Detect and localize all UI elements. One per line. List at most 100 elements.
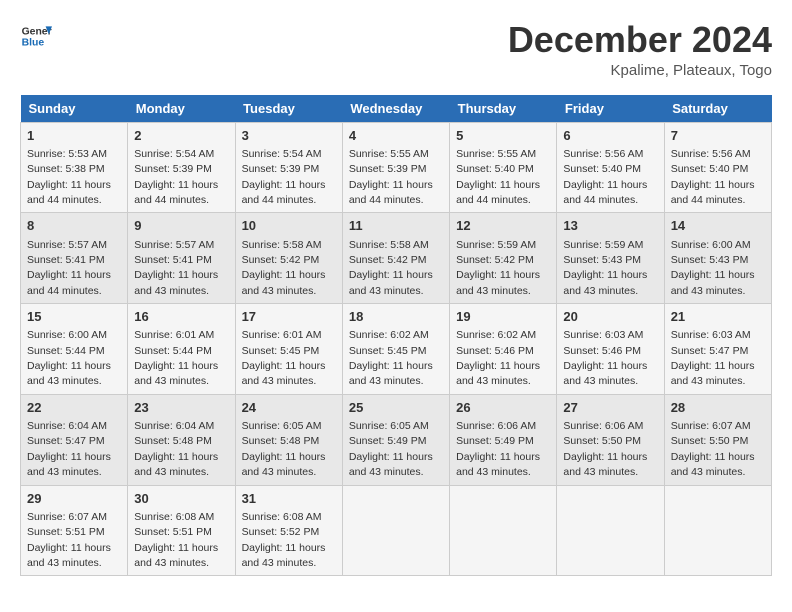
calendar-cell: 28 Sunrise: 6:07 AMSunset: 5:50 PMDaylig…: [664, 394, 771, 485]
col-thursday: Thursday: [450, 95, 557, 123]
calendar-cell: 12 Sunrise: 5:59 AMSunset: 5:42 PMDaylig…: [450, 213, 557, 304]
day-number: 9: [134, 217, 228, 235]
calendar-cell: 30 Sunrise: 6:08 AMSunset: 5:51 PMDaylig…: [128, 485, 235, 576]
day-detail: Sunrise: 6:07 AMSunset: 5:51 PMDaylight:…: [27, 511, 111, 569]
day-number: 23: [134, 399, 228, 417]
day-number: 7: [671, 127, 765, 145]
month-title: December 2024: [508, 20, 772, 60]
day-detail: Sunrise: 6:00 AMSunset: 5:44 PMDaylight:…: [27, 329, 111, 387]
calendar-cell: 11 Sunrise: 5:58 AMSunset: 5:42 PMDaylig…: [342, 213, 449, 304]
day-detail: Sunrise: 6:04 AMSunset: 5:47 PMDaylight:…: [27, 420, 111, 478]
col-monday: Monday: [128, 95, 235, 123]
day-number: 27: [563, 399, 657, 417]
day-number: 11: [349, 217, 443, 235]
day-number: 31: [242, 490, 336, 508]
day-detail: Sunrise: 6:08 AMSunset: 5:52 PMDaylight:…: [242, 511, 326, 569]
logo: General Blue: [20, 20, 52, 52]
day-number: 24: [242, 399, 336, 417]
day-number: 1: [27, 127, 121, 145]
calendar-cell: [557, 485, 664, 576]
calendar-cell: 5 Sunrise: 5:55 AMSunset: 5:40 PMDayligh…: [450, 122, 557, 213]
col-friday: Friday: [557, 95, 664, 123]
day-number: 25: [349, 399, 443, 417]
day-number: 6: [563, 127, 657, 145]
page-header: General Blue December 2024 Kpalime, Plat…: [20, 20, 772, 79]
day-detail: Sunrise: 6:00 AMSunset: 5:43 PMDaylight:…: [671, 239, 755, 297]
calendar-cell: 9 Sunrise: 5:57 AMSunset: 5:41 PMDayligh…: [128, 213, 235, 304]
day-number: 13: [563, 217, 657, 235]
day-detail: Sunrise: 5:56 AMSunset: 5:40 PMDaylight:…: [671, 148, 755, 206]
calendar-cell: 19 Sunrise: 6:02 AMSunset: 5:46 PMDaylig…: [450, 304, 557, 395]
calendar-cell: 22 Sunrise: 6:04 AMSunset: 5:47 PMDaylig…: [21, 394, 128, 485]
day-number: 2: [134, 127, 228, 145]
calendar-cell: [450, 485, 557, 576]
calendar-cell: 17 Sunrise: 6:01 AMSunset: 5:45 PMDaylig…: [235, 304, 342, 395]
calendar-cell: 3 Sunrise: 5:54 AMSunset: 5:39 PMDayligh…: [235, 122, 342, 213]
day-detail: Sunrise: 5:57 AMSunset: 5:41 PMDaylight:…: [134, 239, 218, 297]
day-number: 30: [134, 490, 228, 508]
day-number: 8: [27, 217, 121, 235]
calendar-cell: [342, 485, 449, 576]
day-detail: Sunrise: 5:58 AMSunset: 5:42 PMDaylight:…: [349, 239, 433, 297]
calendar-cell: 21 Sunrise: 6:03 AMSunset: 5:47 PMDaylig…: [664, 304, 771, 395]
col-sunday: Sunday: [21, 95, 128, 123]
col-tuesday: Tuesday: [235, 95, 342, 123]
calendar-cell: 23 Sunrise: 6:04 AMSunset: 5:48 PMDaylig…: [128, 394, 235, 485]
day-number: 16: [134, 308, 228, 326]
title-block: December 2024 Kpalime, Plateaux, Togo: [508, 20, 772, 79]
calendar-cell: [664, 485, 771, 576]
calendar-cell: 31 Sunrise: 6:08 AMSunset: 5:52 PMDaylig…: [235, 485, 342, 576]
calendar-week-5: 29 Sunrise: 6:07 AMSunset: 5:51 PMDaylig…: [21, 485, 772, 576]
calendar-cell: 7 Sunrise: 5:56 AMSunset: 5:40 PMDayligh…: [664, 122, 771, 213]
calendar-week-2: 8 Sunrise: 5:57 AMSunset: 5:41 PMDayligh…: [21, 213, 772, 304]
logo-icon: General Blue: [20, 20, 52, 52]
day-detail: Sunrise: 6:04 AMSunset: 5:48 PMDaylight:…: [134, 420, 218, 478]
day-detail: Sunrise: 6:03 AMSunset: 5:46 PMDaylight:…: [563, 329, 647, 387]
calendar-cell: 20 Sunrise: 6:03 AMSunset: 5:46 PMDaylig…: [557, 304, 664, 395]
day-number: 14: [671, 217, 765, 235]
day-detail: Sunrise: 5:54 AMSunset: 5:39 PMDaylight:…: [242, 148, 326, 206]
calendar-cell: 29 Sunrise: 6:07 AMSunset: 5:51 PMDaylig…: [21, 485, 128, 576]
day-number: 15: [27, 308, 121, 326]
col-wednesday: Wednesday: [342, 95, 449, 123]
day-number: 12: [456, 217, 550, 235]
header-row: Sunday Monday Tuesday Wednesday Thursday…: [21, 95, 772, 123]
day-detail: Sunrise: 5:55 AMSunset: 5:40 PMDaylight:…: [456, 148, 540, 206]
calendar-cell: 6 Sunrise: 5:56 AMSunset: 5:40 PMDayligh…: [557, 122, 664, 213]
calendar-cell: 13 Sunrise: 5:59 AMSunset: 5:43 PMDaylig…: [557, 213, 664, 304]
day-number: 26: [456, 399, 550, 417]
calendar-table: Sunday Monday Tuesday Wednesday Thursday…: [20, 95, 772, 577]
calendar-week-4: 22 Sunrise: 6:04 AMSunset: 5:47 PMDaylig…: [21, 394, 772, 485]
calendar-cell: 16 Sunrise: 6:01 AMSunset: 5:44 PMDaylig…: [128, 304, 235, 395]
calendar-cell: 27 Sunrise: 6:06 AMSunset: 5:50 PMDaylig…: [557, 394, 664, 485]
day-number: 28: [671, 399, 765, 417]
calendar-cell: 14 Sunrise: 6:00 AMSunset: 5:43 PMDaylig…: [664, 213, 771, 304]
day-detail: Sunrise: 6:08 AMSunset: 5:51 PMDaylight:…: [134, 511, 218, 569]
calendar-cell: 10 Sunrise: 5:58 AMSunset: 5:42 PMDaylig…: [235, 213, 342, 304]
day-number: 21: [671, 308, 765, 326]
day-number: 17: [242, 308, 336, 326]
calendar-cell: 24 Sunrise: 6:05 AMSunset: 5:48 PMDaylig…: [235, 394, 342, 485]
day-number: 5: [456, 127, 550, 145]
day-number: 4: [349, 127, 443, 145]
calendar-week-3: 15 Sunrise: 6:00 AMSunset: 5:44 PMDaylig…: [21, 304, 772, 395]
day-detail: Sunrise: 5:59 AMSunset: 5:43 PMDaylight:…: [563, 239, 647, 297]
location-subtitle: Kpalime, Plateaux, Togo: [508, 62, 772, 79]
day-detail: Sunrise: 6:02 AMSunset: 5:46 PMDaylight:…: [456, 329, 540, 387]
svg-text:Blue: Blue: [22, 38, 45, 49]
day-detail: Sunrise: 6:01 AMSunset: 5:45 PMDaylight:…: [242, 329, 326, 387]
calendar-cell: 15 Sunrise: 6:00 AMSunset: 5:44 PMDaylig…: [21, 304, 128, 395]
day-number: 10: [242, 217, 336, 235]
day-detail: Sunrise: 6:07 AMSunset: 5:50 PMDaylight:…: [671, 420, 755, 478]
calendar-cell: 1 Sunrise: 5:53 AMSunset: 5:38 PMDayligh…: [21, 122, 128, 213]
calendar-week-1: 1 Sunrise: 5:53 AMSunset: 5:38 PMDayligh…: [21, 122, 772, 213]
col-saturday: Saturday: [664, 95, 771, 123]
calendar-cell: 4 Sunrise: 5:55 AMSunset: 5:39 PMDayligh…: [342, 122, 449, 213]
day-number: 22: [27, 399, 121, 417]
day-detail: Sunrise: 5:58 AMSunset: 5:42 PMDaylight:…: [242, 239, 326, 297]
calendar-cell: 2 Sunrise: 5:54 AMSunset: 5:39 PMDayligh…: [128, 122, 235, 213]
day-detail: Sunrise: 5:54 AMSunset: 5:39 PMDaylight:…: [134, 148, 218, 206]
day-detail: Sunrise: 6:05 AMSunset: 5:48 PMDaylight:…: [242, 420, 326, 478]
day-number: 29: [27, 490, 121, 508]
calendar-cell: 8 Sunrise: 5:57 AMSunset: 5:41 PMDayligh…: [21, 213, 128, 304]
